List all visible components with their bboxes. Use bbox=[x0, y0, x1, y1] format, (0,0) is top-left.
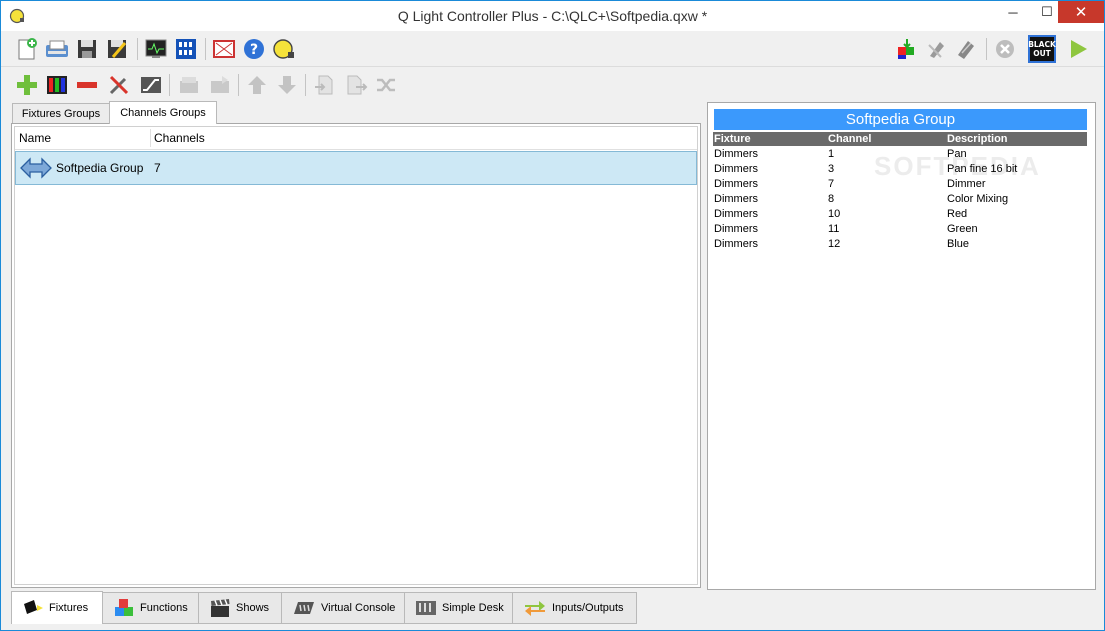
group-icon[interactable] bbox=[175, 71, 203, 99]
remap-icon[interactable] bbox=[372, 71, 400, 99]
blackout-icon[interactable]: BLACK OUT bbox=[1028, 35, 1056, 63]
tab-label: Functions bbox=[140, 602, 188, 614]
table-row: Dimmers 1 Pan bbox=[714, 147, 967, 160]
group-details-panel: SOFTPEDIA Softpedia Group Fixture Channe… bbox=[707, 102, 1096, 590]
address-tool-icon[interactable] bbox=[172, 35, 200, 63]
svg-text:OUT: OUT bbox=[1033, 49, 1051, 58]
table-row: Dimmers 3 Pan fine 16 bit bbox=[714, 162, 1018, 175]
rgb-panel-icon[interactable] bbox=[43, 71, 71, 99]
tab-shows[interactable]: Shows bbox=[198, 592, 282, 624]
dmx-dump-icon[interactable] bbox=[923, 35, 951, 63]
remove-icon[interactable] bbox=[73, 71, 101, 99]
double-arrow-icon bbox=[20, 157, 52, 179]
fixture-toolbar bbox=[1, 68, 1104, 102]
app-window: Q Light Controller Plus - C:\QLC+\Softpe… bbox=[0, 0, 1105, 631]
window-title: Q Light Controller Plus - C:\QLC+\Softpe… bbox=[397, 8, 708, 24]
title-bar: Q Light Controller Plus - C:\QLC+\Softpe… bbox=[1, 1, 1104, 31]
clapperboard-icon bbox=[209, 598, 231, 618]
save-icon[interactable] bbox=[73, 35, 101, 63]
tab-channels-groups[interactable]: Channels Groups bbox=[109, 101, 217, 124]
fade-config-icon[interactable] bbox=[137, 71, 165, 99]
table-row[interactable]: Softpedia Group 7 bbox=[15, 151, 697, 185]
fullscreen-icon[interactable] bbox=[210, 35, 238, 63]
about-icon[interactable] bbox=[270, 35, 298, 63]
channels-groups-list: Name Channels Softpedia Group 7 bbox=[11, 123, 701, 588]
svg-text:?: ? bbox=[250, 42, 258, 58]
tab-label: Fixtures bbox=[49, 602, 89, 614]
minimize-button[interactable]: ─ bbox=[996, 1, 1030, 23]
close-button[interactable]: ✕ bbox=[1058, 1, 1104, 23]
monitor-icon[interactable] bbox=[142, 35, 170, 63]
save-as-icon[interactable] bbox=[103, 35, 131, 63]
ungroup-icon[interactable] bbox=[206, 71, 234, 99]
move-down-icon[interactable] bbox=[273, 71, 301, 99]
header-fixture: Fixture bbox=[713, 132, 827, 146]
spotlight-icon bbox=[22, 598, 44, 618]
simple-desk-icon bbox=[415, 598, 437, 618]
tab-fixtures-groups[interactable]: Fixtures Groups bbox=[12, 103, 110, 124]
open-icon[interactable] bbox=[43, 35, 71, 63]
functions-cubes-icon bbox=[113, 597, 135, 619]
group-channels-table: Fixture Channel Description Dimmers 1 Pa… bbox=[713, 132, 1087, 251]
console-icon bbox=[292, 598, 316, 618]
tab-label: Shows bbox=[236, 602, 270, 614]
table-row: Dimmers 11 Green bbox=[714, 222, 978, 235]
table-row: Dimmers 12 Blue bbox=[714, 237, 970, 250]
help-icon[interactable]: ? bbox=[240, 35, 268, 63]
table-row: Dimmers 8 Color Mixing bbox=[714, 192, 1009, 205]
tab-virtual-console[interactable]: Virtual Console bbox=[281, 592, 405, 624]
tab-label: Simple Desk bbox=[442, 602, 504, 614]
row-channels: 7 bbox=[154, 161, 161, 175]
column-header-name[interactable]: Name bbox=[19, 131, 51, 145]
tab-label: Inputs/Outputs bbox=[552, 602, 624, 614]
header-description: Description bbox=[946, 132, 1087, 146]
bottom-tab-bar: Fixtures Functions Shows Virtual Console… bbox=[1, 591, 1104, 630]
new-file-icon[interactable] bbox=[13, 35, 41, 63]
live-edit-icon[interactable] bbox=[893, 35, 921, 63]
header-channel: Channel bbox=[827, 132, 946, 146]
list-header: Name Channels bbox=[15, 127, 697, 150]
inputs-outputs-arrows-icon bbox=[523, 598, 547, 618]
move-up-icon[interactable] bbox=[243, 71, 271, 99]
stop-functions-icon[interactable] bbox=[991, 35, 1019, 63]
add-icon[interactable] bbox=[13, 71, 41, 99]
table-row: Dimmers 7 Dimmer bbox=[714, 177, 986, 190]
properties-icon[interactable] bbox=[105, 71, 133, 99]
fixture-remap-icon[interactable] bbox=[953, 35, 981, 63]
row-name: Softpedia Group bbox=[56, 161, 144, 175]
operate-mode-icon[interactable] bbox=[1064, 35, 1092, 63]
main-toolbar: ? BLACK OUT bbox=[1, 32, 1104, 67]
blackout-label: BLACK bbox=[1028, 40, 1056, 49]
tab-simple-desk[interactable]: Simple Desk bbox=[404, 592, 513, 624]
groups-panel: Fixtures Groups Channels Groups Name Cha… bbox=[11, 101, 701, 588]
import-icon[interactable] bbox=[311, 71, 339, 99]
tab-fixtures[interactable]: Fixtures bbox=[11, 591, 103, 624]
tab-inputs-outputs[interactable]: Inputs/Outputs bbox=[512, 592, 637, 624]
tab-label: Virtual Console bbox=[321, 602, 396, 614]
table-row: Dimmers 10 Red bbox=[714, 207, 968, 220]
group-title: Softpedia Group bbox=[714, 109, 1087, 130]
export-icon[interactable] bbox=[342, 71, 370, 99]
column-header-channels[interactable]: Channels bbox=[154, 131, 205, 145]
tab-functions[interactable]: Functions bbox=[102, 592, 199, 624]
